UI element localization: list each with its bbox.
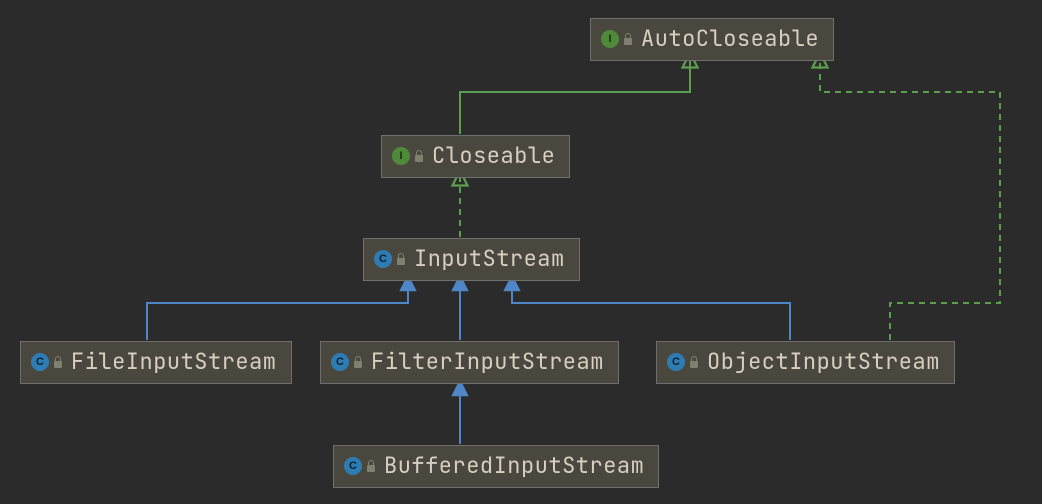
node-label: Closeable (432, 142, 555, 171)
lock-icon (366, 460, 376, 472)
interface-icon: I (392, 147, 410, 165)
node-autocloseable[interactable]: I AutoCloseable (590, 18, 834, 61)
node-fileinputstream[interactable]: C FileInputStream (20, 341, 292, 384)
node-bufferedinputstream[interactable]: C BufferedInputStream (333, 445, 659, 488)
lock-icon (53, 356, 63, 368)
node-closeable[interactable]: I Closeable (381, 135, 570, 178)
node-label: FileInputStream (71, 348, 277, 377)
interface-icon: I (601, 30, 619, 48)
node-objectinputstream[interactable]: C ObjectInputStream (656, 341, 955, 384)
class-icon: C (31, 353, 49, 371)
lock-icon (396, 253, 406, 265)
node-label: ObjectInputStream (707, 348, 940, 377)
class-icon: C (331, 353, 349, 371)
node-label: AutoCloseable (641, 25, 819, 54)
node-inputstream[interactable]: C InputStream (363, 238, 580, 281)
lock-icon (623, 33, 633, 45)
class-icon: C (344, 457, 362, 475)
lock-icon (414, 150, 424, 162)
node-label: InputStream (414, 245, 565, 274)
abstract-class-icon: C (374, 250, 392, 268)
lock-icon (689, 356, 699, 368)
node-filterinputstream[interactable]: C FilterInputStream (320, 341, 619, 384)
class-icon: C (667, 353, 685, 371)
node-label: BufferedInputStream (384, 452, 644, 481)
lock-icon (353, 356, 363, 368)
node-label: FilterInputStream (371, 348, 604, 377)
